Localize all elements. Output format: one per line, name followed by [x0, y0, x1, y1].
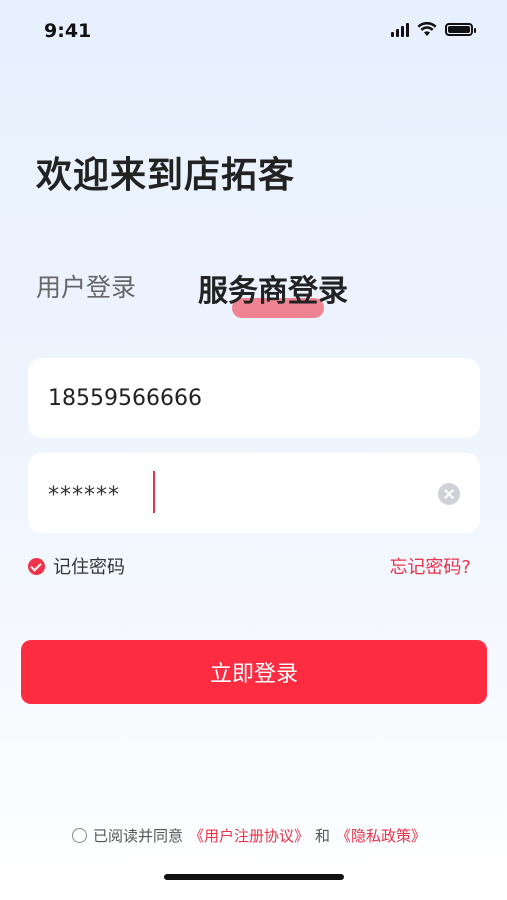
phone-input-value[interactable]: 18559566666 — [48, 386, 202, 411]
password-field[interactable]: ****** — [28, 453, 480, 533]
agreement-and: 和 — [315, 827, 331, 845]
text-cursor — [153, 471, 155, 513]
tab-user-login-label: 用户登录 — [36, 273, 137, 302]
agreement-radio-icon[interactable] — [72, 828, 87, 843]
forgot-password-link[interactable]: 忘记密码? — [389, 553, 471, 579]
agreement-row: 已阅读并同意 《用户注册协议》和《隐私政策》 — [72, 825, 426, 846]
privacy-policy-link[interactable]: 《隐私政策》 — [336, 825, 426, 846]
status-time: 9:41 — [44, 20, 92, 42]
status-bar: 9:41 — [0, 0, 507, 64]
remember-password-toggle[interactable]: 记住密码 — [28, 553, 125, 579]
check-circle-icon[interactable] — [28, 557, 45, 575]
phone-field[interactable]: 18559566666 — [28, 358, 480, 438]
clear-icon[interactable] — [438, 483, 460, 505]
wifi-icon — [417, 22, 437, 36]
user-agreement-link[interactable]: 《用户注册协议》 — [189, 825, 309, 846]
login-button-label: 立即登录 — [209, 662, 298, 687]
home-indicator — [164, 874, 344, 880]
status-icons — [391, 22, 476, 37]
remember-password-label: 记住密码 — [53, 557, 125, 578]
signal-icon — [391, 22, 409, 37]
battery-icon — [445, 23, 476, 36]
login-button[interactable]: 立即登录 — [21, 640, 487, 704]
tab-provider-login[interactable]: 服务商登录 — [198, 266, 348, 310]
tab-user-login[interactable]: 用户登录 — [36, 268, 136, 304]
welcome-title: 欢迎来到店拓客 — [36, 155, 296, 196]
password-input-value[interactable]: ****** — [48, 483, 120, 508]
agreement-prefix: 已阅读并同意 — [93, 827, 184, 845]
tab-provider-login-label: 服务商登录 — [198, 274, 348, 309]
